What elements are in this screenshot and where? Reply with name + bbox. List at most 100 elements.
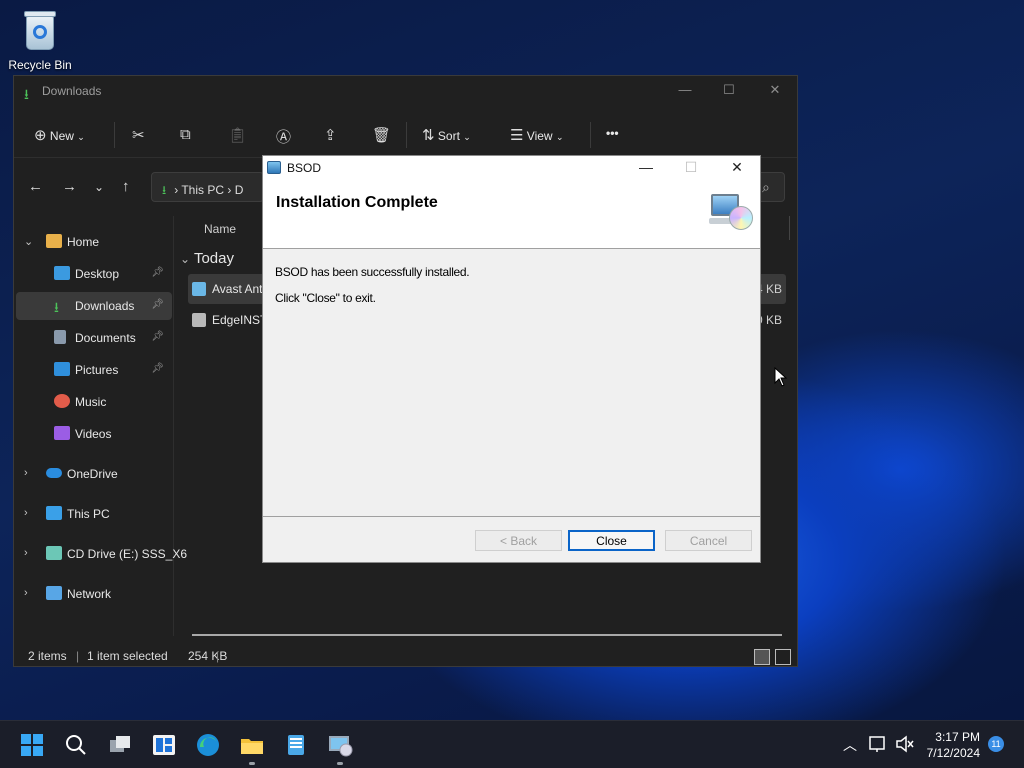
status-separator: |	[76, 649, 80, 663]
view-button[interactable]: ☰ View ⌄	[510, 126, 563, 144]
dialog-maximize-button: ☐	[684, 159, 698, 175]
maximize-button[interactable]: ☐	[714, 82, 744, 98]
dialog-minimize-button[interactable]: —	[631, 159, 661, 175]
new-button[interactable]: ⊕ New ⌄	[34, 126, 85, 144]
clock-date: 7/12/2024	[926, 746, 980, 760]
pin-icon[interactable]: 📌︎	[151, 331, 164, 342]
sort-label: Sort	[437, 129, 460, 143]
navigation-pane: ⌄ Home Desktop 📌︎ ⭳ Downloads 📌︎ Documen…	[14, 216, 187, 636]
task-view-button[interactable]	[106, 731, 134, 759]
sidebar-label: CD Drive (E:) SSS_X6	[67, 547, 188, 561]
sidebar-item-music[interactable]: Music	[16, 388, 172, 416]
delete-button[interactable]: 🗑︎	[372, 126, 391, 144]
status-separator: |	[216, 649, 220, 663]
forward-arrow-icon[interactable]: →	[62, 178, 77, 195]
column-divider[interactable]	[789, 216, 790, 240]
close-button[interactable]: ✕	[760, 82, 790, 98]
pin-icon[interactable]: 📌︎	[151, 363, 164, 374]
installer-file-icon	[192, 313, 206, 327]
notification-badge[interactable]: 11	[988, 736, 1004, 752]
search-icon	[66, 735, 86, 755]
paste-button[interactable]: 📋︎	[228, 126, 247, 144]
sidebar-item-documents[interactable]: Documents 📌︎	[16, 324, 172, 352]
installer-app-icon	[329, 736, 353, 757]
minimize-button[interactable]: —	[670, 82, 700, 97]
sidebar-item-onedrive[interactable]: › OneDrive	[16, 460, 172, 488]
dialog-titlebar[interactable]: BSOD — ☐ ✕	[263, 156, 760, 180]
chevron-right-icon: ›	[24, 507, 28, 519]
show-hidden-icons-chevron-icon[interactable]: ︿	[843, 735, 857, 755]
chevron-down-icon: ⌄	[77, 132, 85, 142]
search-icon: ⌕	[762, 179, 770, 195]
chevron-down-icon: ⌄	[180, 252, 191, 266]
tiles-view-icon[interactable]	[775, 649, 791, 665]
sidebar-item-desktop[interactable]: Desktop 📌︎	[16, 260, 172, 288]
installer-app-icon	[267, 161, 281, 174]
task-view-icon	[110, 736, 130, 752]
recycle-bin-label: Recycle Bin	[8, 58, 72, 72]
sidebar-item-this-pc[interactable]: › This PC	[16, 500, 172, 528]
file-explorer-button[interactable]	[238, 731, 266, 765]
breadcrumb-downloads[interactable]: D	[235, 183, 244, 197]
windows-logo-icon	[21, 734, 43, 756]
cut-button[interactable]: ✂	[132, 126, 145, 144]
sidebar-label: Videos	[75, 427, 112, 441]
sidebar-item-pictures[interactable]: Pictures 📌︎	[16, 356, 172, 384]
sidebar-item-home[interactable]: ⌄ Home	[16, 228, 172, 256]
share-button[interactable]: ⇪	[324, 126, 337, 144]
sidebar-item-downloads[interactable]: ⭳ Downloads 📌︎	[16, 292, 172, 320]
home-icon	[46, 234, 62, 248]
command-bar: ⊕ New ⌄ ✂ ⧉ 📋︎ Ⓐ ⇪ 🗑︎ ⇅ Sort ⌄ ☰ View ⌄ …	[14, 114, 797, 158]
clock[interactable]: 3:17 PM 7/12/2024	[920, 729, 980, 761]
volume-muted-icon[interactable]	[895, 735, 915, 753]
notepad-icon	[288, 735, 304, 755]
videos-icon	[54, 426, 70, 440]
edge-button[interactable]	[194, 731, 222, 759]
desktop-icon	[54, 266, 70, 280]
pin-icon[interactable]: 📌︎	[151, 267, 164, 278]
sidebar-item-videos[interactable]: Videos	[16, 420, 172, 448]
search-box[interactable]: ⌕	[759, 172, 785, 202]
chevron-right-icon: ›	[24, 547, 28, 559]
up-arrow-icon[interactable]: ↑	[122, 178, 130, 195]
copy-icon: ⧉	[180, 126, 191, 143]
sidebar-label: OneDrive	[67, 467, 118, 481]
widgets-button[interactable]	[150, 731, 178, 759]
sidebar-label: Pictures	[75, 363, 119, 377]
notepad-button[interactable]	[282, 731, 310, 759]
network-icon	[46, 586, 62, 600]
copy-button[interactable]: ⧉	[180, 126, 191, 143]
network-status-icon[interactable]	[868, 735, 888, 753]
pin-icon[interactable]: 📌︎	[151, 299, 164, 310]
address-bar[interactable]: ⭳ › This PC › D	[151, 172, 264, 202]
close-button[interactable]: Close	[568, 530, 655, 551]
explorer-titlebar[interactable]: ⭳ Downloads — ☐ ✕	[14, 76, 797, 106]
start-button[interactable]	[18, 731, 46, 759]
rename-button[interactable]: Ⓐ	[276, 126, 291, 147]
recent-locations-chevron-icon[interactable]: ⌄	[94, 180, 104, 194]
chevron-right-icon: ›	[24, 587, 28, 599]
back-arrow-icon[interactable]: ←	[28, 178, 43, 195]
details-view-icon[interactable]	[754, 649, 770, 665]
group-label: Today	[193, 250, 234, 267]
recycle-bin-desktop-icon[interactable]: Recycle Bin	[8, 8, 72, 72]
dialog-close-button[interactable]: ✕	[722, 159, 752, 176]
column-header-name[interactable]: Name	[204, 222, 236, 236]
plus-icon: ⊕	[34, 127, 47, 144]
sidebar-item-cd-drive[interactable]: › CD Drive (E:) SSS_X6	[16, 540, 187, 568]
cancel-button: Cancel	[665, 530, 752, 551]
computer-cd-icon	[709, 192, 753, 234]
horizontal-scrollbar[interactable]	[192, 634, 782, 636]
thispc-icon	[46, 506, 62, 520]
see-more-button[interactable]: •••	[606, 126, 619, 140]
dialog-heading: Installation Complete	[276, 194, 438, 211]
sidebar-label: Home	[67, 235, 100, 249]
chevron-right-icon: ›	[24, 467, 28, 479]
mouse-cursor-icon	[774, 367, 788, 387]
sidebar-item-network[interactable]: › Network	[16, 580, 172, 608]
sort-button[interactable]: ⇅ Sort ⌄	[422, 126, 471, 144]
installer-taskbar-button[interactable]	[326, 731, 354, 765]
group-header-today[interactable]: ⌄ Today	[180, 250, 234, 267]
search-button[interactable]	[62, 731, 90, 759]
breadcrumb-this-pc[interactable]: This PC	[181, 183, 224, 197]
